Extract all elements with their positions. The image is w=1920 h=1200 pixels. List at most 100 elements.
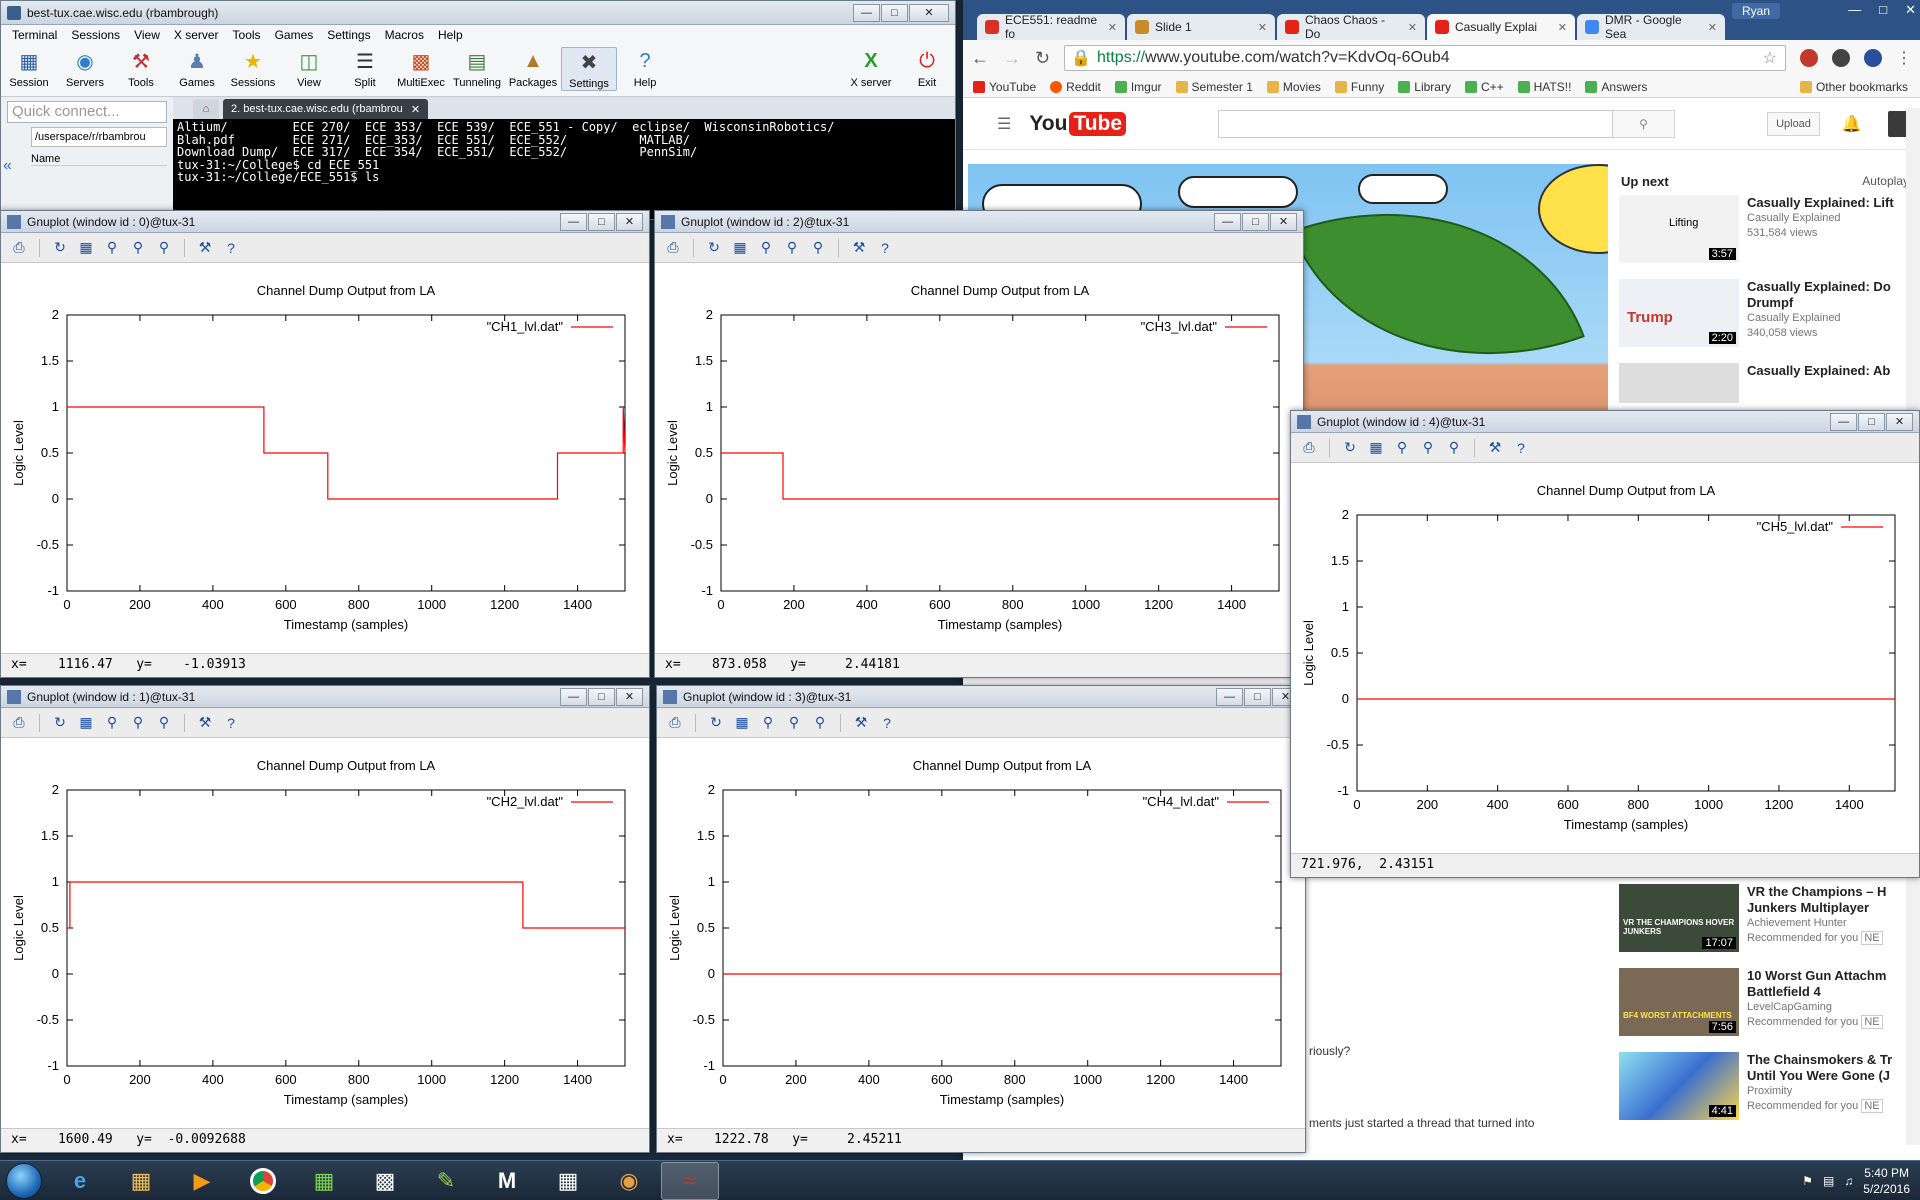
upload-button[interactable]: Upload <box>1767 111 1820 136</box>
grid-icon[interactable]: ▦ <box>732 713 752 733</box>
help-icon[interactable]: ? <box>877 713 897 733</box>
options-icon[interactable]: ⚒ <box>1485 438 1505 458</box>
zoom-prev-icon[interactable]: ⚲ <box>758 713 778 733</box>
replot-icon[interactable]: ↻ <box>704 238 724 258</box>
tab-close-icon[interactable]: ✕ <box>1108 21 1117 34</box>
zoom-next-icon[interactable]: ⚲ <box>1418 438 1438 458</box>
bookmark-cpp[interactable]: C++ <box>1464 80 1504 94</box>
volume-icon[interactable]: ♫ <box>1844 1174 1853 1188</box>
quick-connect-input[interactable]: Quick connect... <box>7 101 167 123</box>
grid-icon[interactable]: ▦ <box>730 238 750 258</box>
taskbar-app[interactable]: ▦ <box>295 1162 353 1200</box>
moba-titlebar[interactable]: best-tux.cae.wisc.edu (rbambrough) — □ ✕ <box>1 1 955 25</box>
autoscale-icon[interactable]: ⚲ <box>808 238 828 258</box>
tab-casually-explained[interactable]: Casually Explai ✕ <box>1427 14 1575 40</box>
autoscale-icon[interactable]: ⚲ <box>154 238 174 258</box>
adblock-icon[interactable] <box>1800 49 1818 67</box>
replot-icon[interactable]: ↻ <box>50 238 70 258</box>
copy-icon[interactable]: ⎙ <box>9 713 29 733</box>
rec-video[interactable]: 4:41 The Chainsmokers & Tr Until You Wer… <box>1619 1052 1919 1136</box>
bookmark-movies[interactable]: Movies <box>1266 80 1321 94</box>
zoom-prev-icon[interactable]: ⚲ <box>756 238 776 258</box>
rec-video[interactable]: Casually Explained: Ab <box>1619 363 1919 403</box>
clock[interactable]: 5:40 PM 5/2/2016 <box>1863 1165 1910 1197</box>
taskbar-ie[interactable]: e <box>51 1162 109 1200</box>
tab-slide[interactable]: Slide 1 ✕ <box>1127 14 1275 40</box>
close-button[interactable]: ✕ <box>909 3 949 22</box>
games-button[interactable]: ♟ Games <box>169 47 225 90</box>
split-button[interactable]: ☰ Split <box>337 47 393 90</box>
close-button[interactable]: ✕ <box>1886 412 1913 431</box>
bookmark-reddit[interactable]: Reddit <box>1050 80 1101 94</box>
rec-video[interactable]: Trump 2:20 Casually Explained: Do Drumpf C… <box>1619 279 1919 363</box>
taskbar-gnuplot[interactable]: ≈ <box>661 1161 719 1200</box>
multiexec-button[interactable]: ▩ MultiExec <box>393 47 449 90</box>
close-button[interactable]: ✕ <box>616 687 643 706</box>
youtube-search-button[interactable]: ⚲ <box>1613 109 1676 138</box>
taskbar-mobaxterm[interactable]: ▩ <box>356 1162 414 1200</box>
autoscale-icon[interactable]: ⚲ <box>154 713 174 733</box>
copy-icon[interactable]: ⎙ <box>9 238 29 258</box>
taskbar-calculator[interactable]: ▦ <box>539 1162 597 1200</box>
notification-bell-icon[interactable]: 🔔 <box>1842 114 1862 134</box>
tab-gmail[interactable]: ECE551: readme fo ✕ <box>977 13 1125 41</box>
maximize-button[interactable]: □ <box>1244 687 1271 706</box>
replot-icon[interactable]: ↻ <box>706 713 726 733</box>
bookmark-semester-1[interactable]: Semester 1 <box>1175 80 1253 94</box>
terminal-output[interactable]: Altium/ ECE 270/ ECE 353/ ECE 539/ ECE_5… <box>173 119 955 219</box>
zoom-next-icon[interactable]: ⚲ <box>128 713 148 733</box>
extension-icon[interactable] <box>1832 49 1850 67</box>
close-button[interactable]: ✕ <box>616 212 643 231</box>
zoom-next-icon[interactable]: ⚲ <box>128 238 148 258</box>
plot-area[interactable]: Channel Dump Output from LA -1 -0.5 0 0.5 1 1.… <box>1291 463 1919 853</box>
menu-sessions[interactable]: Sessions <box>64 28 127 42</box>
reload-icon[interactable]: ↻ <box>1035 48 1050 69</box>
gnuplot-titlebar[interactable]: Gnuplot (window id : 4)@tux-31— □ ✕ <box>1291 411 1919 433</box>
gnuplot-titlebar[interactable]: Gnuplot (window id : 1)@tux-31— □ ✕ <box>1 686 649 708</box>
zoom-prev-icon[interactable]: ⚲ <box>1392 438 1412 458</box>
tunneling-button[interactable]: ▤ Tunneling <box>449 47 505 90</box>
chrome-menu-icon[interactable]: ⋮ <box>1896 48 1912 68</box>
hamburger-menu-icon[interactable]: ☰ <box>997 114 1011 134</box>
close-button[interactable]: ✕ <box>1270 212 1297 231</box>
tab-chaos[interactable]: Chaos Chaos - Do ✕ <box>1277 13 1425 41</box>
servers-button[interactable]: ◉ Servers <box>57 47 113 90</box>
tab-close-icon[interactable]: ✕ <box>1408 21 1417 34</box>
copy-icon[interactable]: ⎙ <box>663 238 683 258</box>
rec-video[interactable]: BF4 WORST ATTACHMENTS 7:56 10 Worst Gun A… <box>1619 968 1919 1052</box>
tab-close-icon[interactable]: ✕ <box>1258 21 1267 34</box>
autoplay-toggle[interactable]: Autoplay <box>1862 174 1909 189</box>
bookmark-answers[interactable]: Answers <box>1585 80 1647 94</box>
minimize-button[interactable]: — <box>1214 212 1241 231</box>
taskbar-explorer[interactable]: ▦ <box>112 1162 170 1200</box>
network-icon[interactable]: ▤ <box>1823 1174 1834 1188</box>
tab-google[interactable]: DMR - Google Sea ✕ <box>1577 13 1725 41</box>
zoom-next-icon[interactable]: ⚲ <box>784 713 804 733</box>
autoscale-icon[interactable]: ⚲ <box>810 713 830 733</box>
rec-video[interactable]: VR THE CHAMPIONS HOVER JUNKERS 17:07 VR t… <box>1619 884 1919 968</box>
bookmark-star-icon[interactable]: ☆ <box>1763 48 1777 68</box>
maximize-button[interactable]: □ <box>1242 212 1269 231</box>
zoom-prev-icon[interactable]: ⚲ <box>102 238 122 258</box>
minimize-button[interactable]: — <box>1848 2 1861 18</box>
autoscale-icon[interactable]: ⚲ <box>1444 438 1464 458</box>
grid-icon[interactable]: ▦ <box>76 238 96 258</box>
tab-close-icon[interactable]: ✕ <box>1708 21 1717 34</box>
gnuplot-titlebar[interactable]: Gnuplot (window id : 0)@tux-31— □ ✕ <box>1 211 649 233</box>
flag-extension-icon[interactable] <box>1864 49 1882 67</box>
maximize-button[interactable]: □ <box>881 3 908 22</box>
maximize-button[interactable]: □ <box>1879 2 1887 18</box>
gnuplot-titlebar[interactable]: Gnuplot (window id : 3)@tux-31— □ ✕ <box>657 686 1305 708</box>
bookmark-imgur[interactable]: Imgur <box>1114 80 1162 94</box>
terminal-tab[interactable]: 2. best-tux.cae.wisc.edu (rbambrou ✕ <box>223 99 429 119</box>
xserver-button[interactable]: XX server <box>843 47 899 90</box>
rec-video[interactable]: Lifting 3:57 Casually Explained: Lift Casu… <box>1619 195 1919 279</box>
taskbar-notepad[interactable]: ✎ <box>417 1162 475 1200</box>
options-icon[interactable]: ⚒ <box>851 713 871 733</box>
help-button[interactable]: ? Help <box>617 47 673 90</box>
minimize-button[interactable]: — <box>560 212 587 231</box>
bookmark-youtube[interactable]: YouTube <box>973 80 1036 94</box>
forward-icon[interactable]: → <box>1003 48 1021 69</box>
tools-button[interactable]: ⚒ Tools <box>113 47 169 90</box>
options-icon[interactable]: ⚒ <box>195 238 215 258</box>
